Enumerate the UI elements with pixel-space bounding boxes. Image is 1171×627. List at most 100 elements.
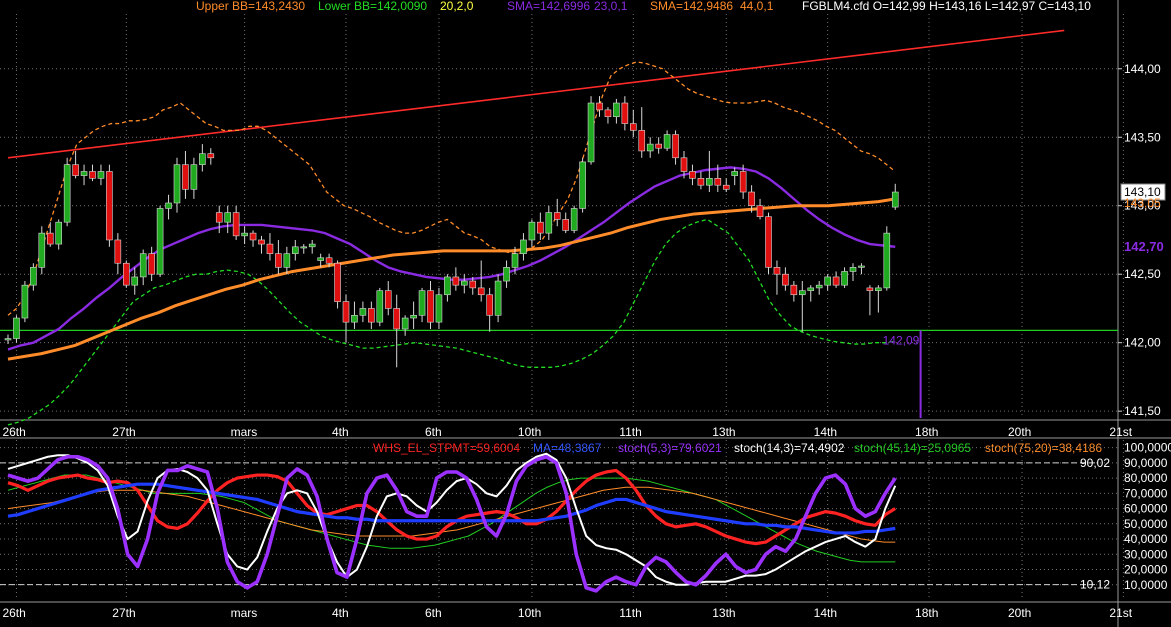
- candle-up: [359, 308, 367, 316]
- osc-date-label: 6th: [425, 606, 442, 620]
- candle-down: [72, 164, 79, 176]
- candle-up: [63, 164, 71, 223]
- candle-down: [756, 205, 764, 217]
- candle-up: [291, 246, 299, 254]
- oscillator-y-axis: 100,000090,000080,000070,0000 60,000050,0…: [1124, 441, 1171, 592]
- legend-ma: MA=48,3867: [533, 441, 602, 455]
- osc-date-label: 20th: [1008, 606, 1031, 620]
- candle-down: [232, 212, 240, 237]
- candle-down: [714, 178, 722, 186]
- osc-tick-label: 50,0000: [1124, 517, 1168, 531]
- osc-tick-label: 90,0000: [1124, 456, 1168, 470]
- candle-up: [570, 208, 578, 231]
- osc-date-label: mars: [231, 606, 258, 620]
- candle-up: [444, 276, 451, 296]
- candle-up: [156, 208, 164, 275]
- candle-up: [841, 271, 848, 286]
- candle-down: [266, 243, 274, 254]
- candle-up: [55, 221, 63, 245]
- candle-up: [883, 232, 891, 289]
- osc-date-label: 13th: [712, 606, 735, 620]
- candle-down: [790, 284, 798, 296]
- candle-up: [241, 232, 248, 237]
- candle-up: [435, 294, 443, 323]
- price-date-label: 21st: [1109, 425, 1132, 439]
- candle-down: [106, 171, 113, 241]
- candle-down: [748, 191, 755, 207]
- osc-tick-label: 40,0000: [1124, 532, 1168, 546]
- candle-down: [46, 232, 54, 245]
- osc-tick-label: 60,0000: [1124, 502, 1168, 516]
- candle-up: [706, 178, 713, 186]
- candle-up: [494, 280, 502, 316]
- candle-down: [215, 212, 223, 223]
- oscillator-legend: WHS_EL_STPMT=59,6004 MA=48,3867 stoch(5,…: [373, 441, 1102, 455]
- price-tick-label: 144,00: [1124, 62, 1161, 76]
- candle-down: [334, 262, 341, 302]
- price-tick-label: 142,00: [1124, 336, 1161, 350]
- candle-down: [275, 253, 282, 268]
- candle-down: [866, 287, 874, 291]
- osc-tick-label: 30,0000: [1124, 547, 1168, 561]
- osc-date-label: 18th: [915, 606, 938, 620]
- candle-down: [89, 171, 96, 179]
- price-date-label: 4th: [332, 425, 349, 439]
- chart-canvas: Upper BB=143,2430 Lower BB=142,0090 20,2…: [0, 0, 1171, 627]
- price-tick-label: 142,50: [1124, 267, 1161, 281]
- osc-tick-label: 20,0000: [1124, 563, 1168, 577]
- legend-stpmt: WHS_EL_STPMT=59,6004: [373, 441, 520, 455]
- candle-up: [646, 143, 654, 152]
- osc-date-label: 14th: [814, 606, 837, 620]
- candle-down: [427, 290, 434, 323]
- candle-up: [131, 276, 139, 286]
- candle-up: [545, 212, 553, 234]
- candle-down: [477, 287, 485, 296]
- candle-up: [351, 314, 358, 323]
- legend-sma23-params: 23,0,1: [594, 0, 628, 13]
- candle-up: [858, 265, 865, 268]
- low-marker-label: 142,09: [883, 333, 920, 347]
- price-date-label: 14th: [814, 425, 837, 439]
- price-date-label: 13th: [712, 425, 735, 439]
- candle-up: [165, 202, 172, 209]
- candle-up: [587, 102, 595, 163]
- candle-up: [875, 287, 882, 291]
- price-date-label: 6th: [425, 425, 442, 439]
- candle-up: [21, 284, 29, 319]
- candle-up: [317, 257, 324, 261]
- candle-up: [460, 280, 468, 286]
- candle-up: [38, 232, 46, 268]
- candle-up: [891, 191, 899, 208]
- price-tick-label: 141,50: [1124, 404, 1161, 418]
- candle-down: [782, 273, 789, 286]
- candle-down: [655, 143, 662, 149]
- osc-date-label: 11th: [619, 606, 641, 620]
- price-date-label: 10th: [518, 425, 541, 439]
- candle-down: [258, 239, 265, 245]
- candle-down: [739, 171, 747, 193]
- candle-down: [486, 294, 493, 316]
- candle-down: [596, 102, 603, 111]
- candle-up: [97, 171, 105, 179]
- candle-down: [672, 134, 679, 159]
- candle-down: [638, 130, 646, 152]
- candle-up: [410, 314, 417, 319]
- candle-up: [190, 164, 198, 190]
- price-date-label: mars: [231, 425, 258, 439]
- candle-up: [511, 253, 519, 268]
- price-date-label: 18th: [915, 425, 938, 439]
- osc-date-label: 27th: [112, 606, 135, 620]
- candle-down: [537, 221, 544, 234]
- osc-high-level: 90,02: [1080, 456, 1110, 470]
- candle-up: [283, 253, 291, 268]
- candle-down: [689, 171, 696, 179]
- price-date-label: 27th: [112, 425, 135, 439]
- candle-up: [815, 284, 823, 289]
- candle-up: [80, 171, 88, 176]
- candle-down: [384, 290, 392, 309]
- candle-down: [393, 308, 401, 330]
- candle-down: [249, 232, 257, 241]
- osc-date-label: 4th: [332, 606, 349, 620]
- candle-down: [621, 102, 629, 124]
- candle-up: [503, 267, 510, 282]
